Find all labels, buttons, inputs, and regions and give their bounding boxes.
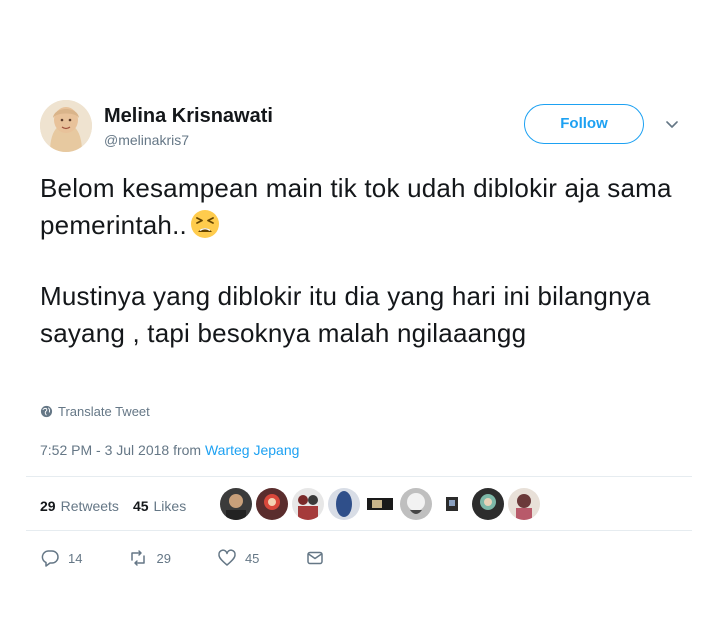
tweet-header: Melina Krisnawati @melinakris7 Follow [40,98,690,158]
tweet-stats: 29 Retweets 45 Likes [40,486,186,526]
liker-avatar[interactable] [328,488,360,520]
liker-avatar[interactable] [472,488,504,520]
retweet-button[interactable]: 29 [128,548,171,568]
display-name[interactable]: Melina Krisnawati [104,104,273,128]
timestamp[interactable]: 7:52 PM - 3 Jul 2018 [40,442,169,458]
direct-message-button[interactable] [305,548,325,568]
likes-count[interactable]: 45 [133,498,149,514]
reply-button[interactable]: 14 [40,548,82,568]
tweet-paragraph: Belom kesampean main tik tok udah diblok… [40,170,680,244]
translate-tweet-link[interactable]: Translate Tweet [40,404,150,419]
tweet-paragraph-1: Belom kesampean main tik tok udah diblok… [40,173,672,240]
tweet-text: Belom kesampean main tik tok udah diblok… [40,170,680,352]
from-label: from [173,442,202,458]
avatar[interactable] [40,100,92,152]
heart-icon [218,549,236,566]
tweet-actions: 14 29 45 [40,548,325,568]
tired-face-emoji-icon [190,210,219,238]
reply-icon [41,550,59,567]
liker-avatar[interactable] [436,488,468,520]
user-handle[interactable]: @melinakris7 [104,130,273,150]
retweet-count: 29 [156,550,171,566]
liker-avatar[interactable] [508,488,540,520]
liker-avatar[interactable] [400,488,432,520]
like-button[interactable]: 45 [217,548,259,568]
globe-icon [40,405,53,418]
retweets-count[interactable]: 29 [40,498,56,514]
follow-button[interactable]: Follow [524,104,644,144]
liker-avatar[interactable] [220,488,252,520]
like-count: 45 [244,550,260,566]
translate-label[interactable]: Translate Tweet [58,404,150,419]
reply-count: 14 [68,550,83,566]
tweet-meta: 7:52 PM - 3 Jul 2018 from Warteg Jepang [40,442,299,458]
liker-avatar[interactable] [256,488,288,520]
source-link[interactable]: Warteg Jepang [205,442,299,458]
likes-label[interactable]: Likes [154,498,187,514]
liker-avatar[interactable] [292,488,324,520]
divider [26,530,692,531]
retweet-icon [131,550,146,566]
liker-avatars [220,488,540,520]
envelope-icon [307,551,324,565]
retweets-label[interactable]: Retweets [61,498,119,514]
divider [26,476,692,477]
chevron-down-icon[interactable] [664,116,680,132]
liker-avatar[interactable] [364,488,396,520]
tweet-paragraph-2: Mustinya yang diblokir itu dia yang hari… [40,281,651,348]
